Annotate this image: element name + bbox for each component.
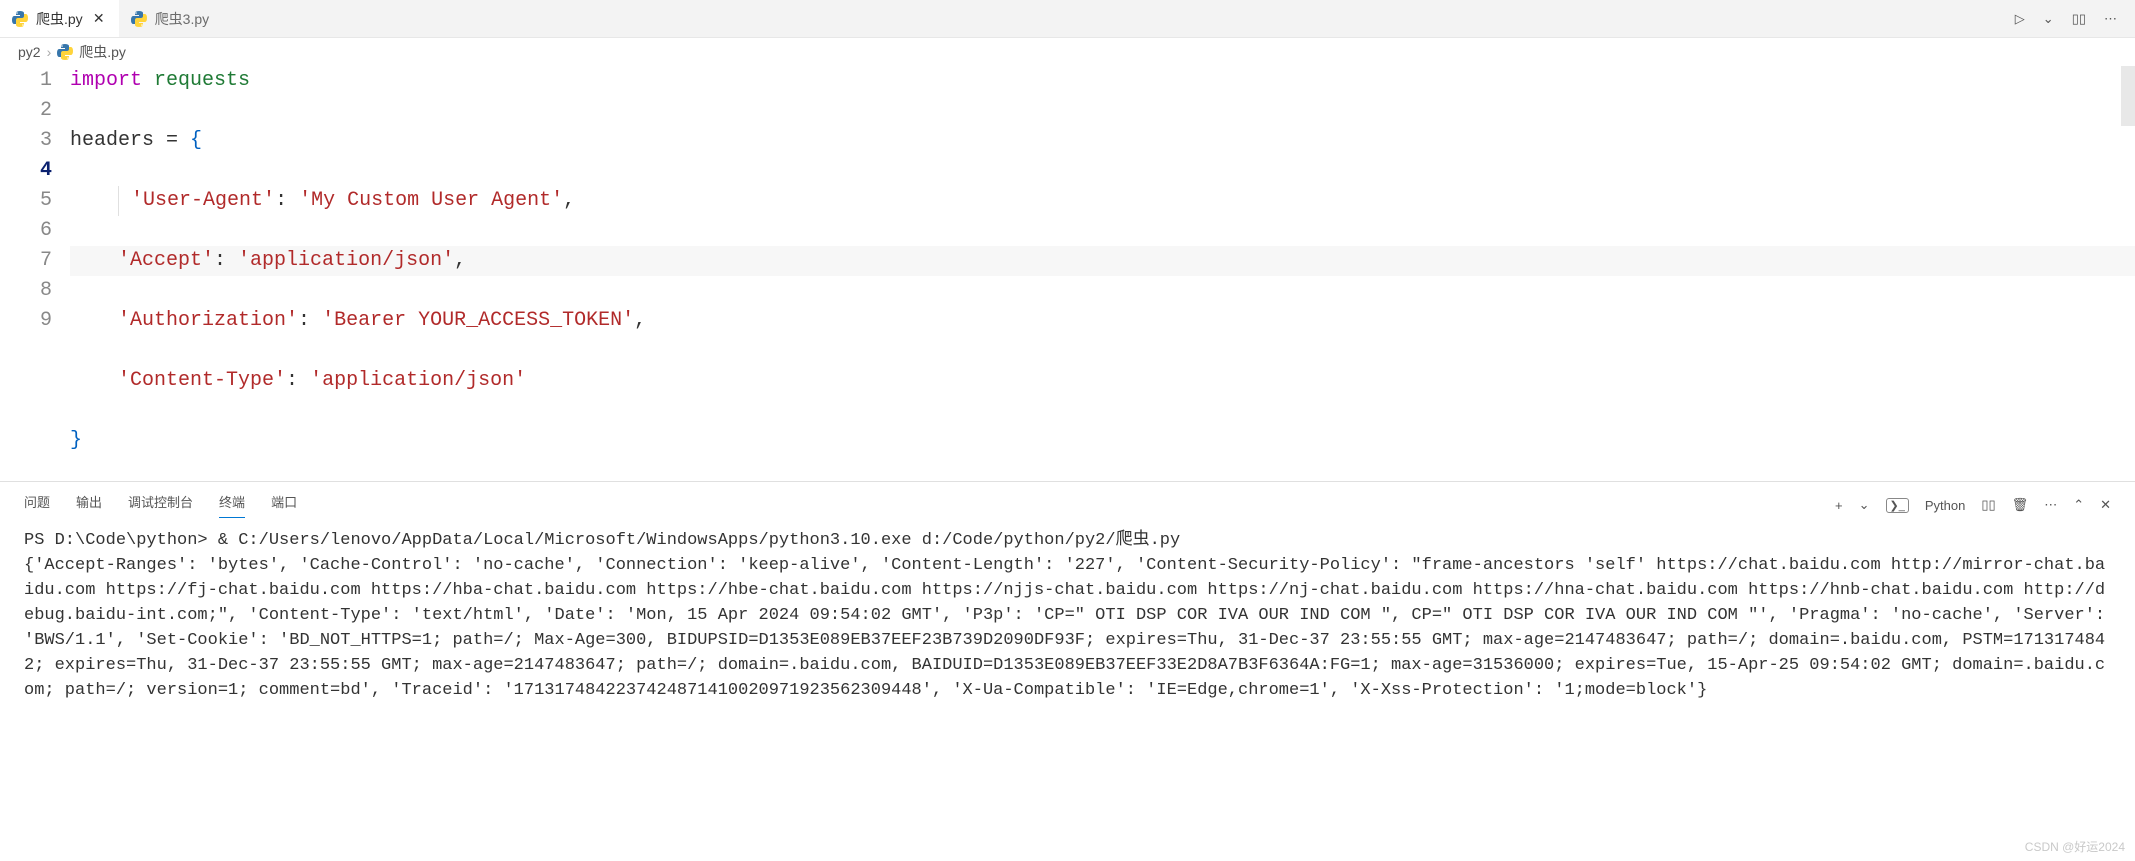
tab-output[interactable]: 输出 — [76, 492, 102, 518]
code-content[interactable]: import requests headers = { 'User-Agent'… — [70, 66, 2135, 481]
run-icon[interactable]: ▷ — [2015, 11, 2025, 27]
tab-file-active[interactable]: 爬虫.py ✕ — [0, 0, 119, 37]
terminal-output[interactable]: PS D:\Code\python> & C:/Users/lenovo/App… — [0, 518, 2135, 861]
run-dropdown-icon[interactable]: ⌄ — [2043, 11, 2054, 27]
panel-actions: + ⌄ ❯_ Python ▯▯ 🗑 ⋯ ⌃ ✕ — [1835, 497, 2111, 513]
tab-problems[interactable]: 问题 — [24, 492, 50, 518]
tab-terminal[interactable]: 终端 — [219, 492, 245, 518]
chevron-right-icon: › — [47, 44, 52, 60]
breadcrumb-file[interactable]: 爬虫.py — [79, 42, 126, 62]
tabs-actions: ▷ ⌄ ▯▯ ⋯ — [2015, 11, 2135, 27]
breadcrumb[interactable]: py2 › 爬虫.py — [0, 38, 2135, 66]
split-terminal-icon[interactable]: ▯▯ — [1981, 497, 1995, 513]
watermark: CSDN @好运2024 — [2025, 838, 2125, 855]
trash-icon[interactable]: 🗑 — [2012, 497, 2029, 513]
more-icon[interactable]: ⋯ — [2044, 497, 2057, 513]
more-icon[interactable]: ⋯ — [2104, 11, 2117, 27]
python-icon — [12, 11, 28, 27]
tab-debug-console[interactable]: 调试控制台 — [128, 492, 193, 518]
close-panel-icon[interactable]: ✕ — [2100, 497, 2111, 513]
python-icon — [57, 44, 73, 60]
tabs-bar: 爬虫.py ✕ 爬虫3.py ▷ ⌄ ▯▯ ⋯ — [0, 0, 2135, 38]
tab-ports[interactable]: 端口 — [271, 492, 297, 518]
minimap-scroll-handle[interactable] — [2121, 66, 2135, 126]
tab-file-inactive[interactable]: 爬虫3.py — [119, 0, 221, 37]
split-editor-icon[interactable]: ▯▯ — [2072, 11, 2086, 27]
line-number-gutter: 123456789 — [0, 66, 70, 481]
bottom-panel: 问题 输出 调试控制台 终端 端口 + ⌄ ❯_ Python ▯▯ 🗑 ⋯ ⌃… — [0, 481, 2135, 861]
chevron-down-icon[interactable]: ⌄ — [1859, 497, 1870, 513]
close-icon[interactable]: ✕ — [91, 11, 107, 27]
panel-tabs: 问题 输出 调试控制台 终端 端口 + ⌄ ❯_ Python ▯▯ 🗑 ⋯ ⌃… — [0, 482, 2135, 518]
tab-label: 爬虫.py — [36, 9, 83, 29]
maximize-panel-icon[interactable]: ⌃ — [2073, 497, 2084, 513]
python-icon — [131, 11, 147, 27]
code-editor[interactable]: 123456789 import requests headers = { 'U… — [0, 66, 2135, 481]
new-terminal-icon[interactable]: + — [1835, 498, 1843, 513]
shell-icon: ❯_ — [1886, 498, 1909, 513]
tab-label: 爬虫3.py — [155, 9, 209, 29]
shell-name[interactable]: Python — [1925, 498, 1965, 513]
breadcrumb-folder[interactable]: py2 — [18, 44, 41, 60]
